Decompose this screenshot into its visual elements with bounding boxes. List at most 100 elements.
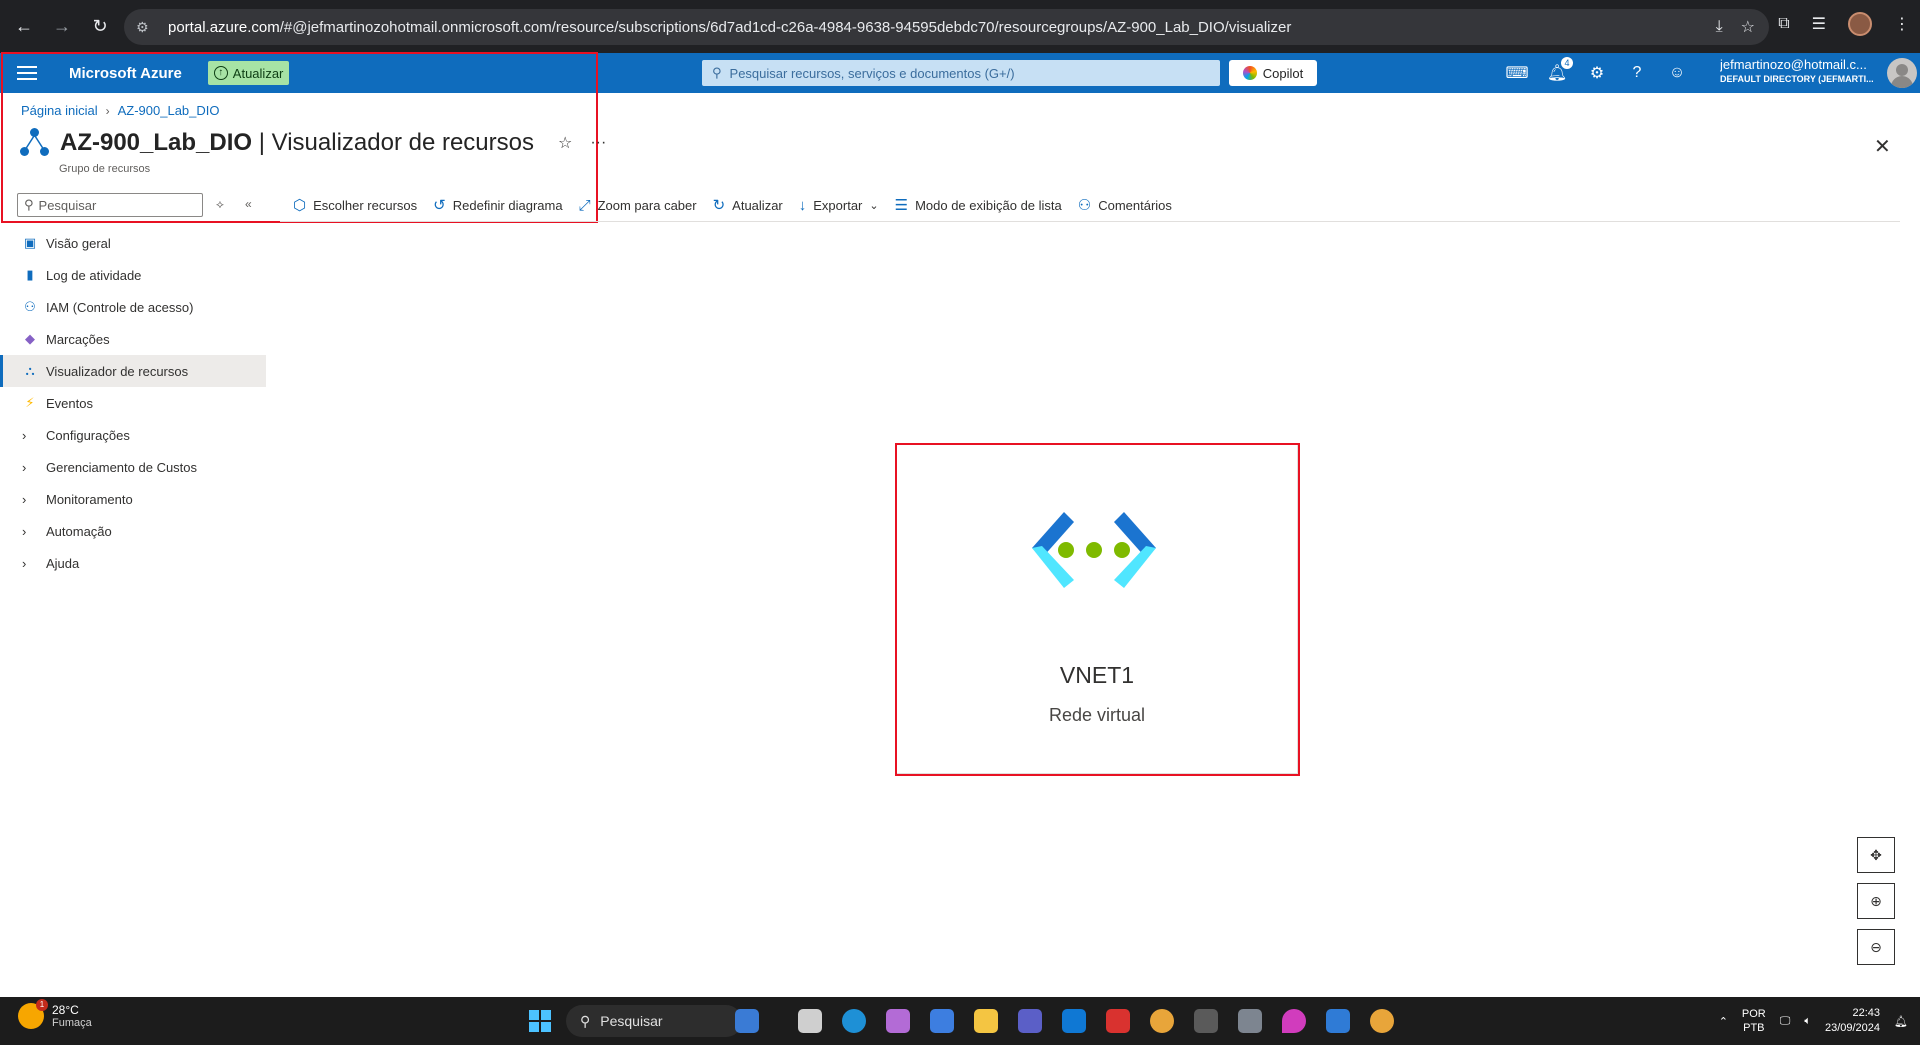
tab-search-icon[interactable]: ☰ [1812, 14, 1826, 34]
collapse-menu-icon[interactable]: « [245, 197, 252, 211]
install-app-icon[interactable]: ⤓ [1716, 18, 1723, 36]
windows-start-icon[interactable] [529, 1010, 551, 1032]
outlook-icon[interactable] [1062, 1009, 1086, 1033]
site-info-icon[interactable]: ⚙ [136, 19, 158, 36]
zoom-to-fit-button[interactable]: ⤢ Zoom para caber [579, 197, 697, 214]
task-view-icon[interactable] [798, 1009, 822, 1033]
wps-office-icon[interactable] [1106, 1009, 1130, 1033]
sidebar-item-settings[interactable]: › Configurações [0, 419, 266, 451]
zoom-in-icon: ⊕ [1870, 892, 1882, 909]
pan-control-button[interactable]: ✥ [1857, 837, 1895, 873]
language-indicator[interactable]: POR PTB [1742, 1007, 1766, 1035]
breadcrumb-home[interactable]: Página inicial [21, 103, 98, 118]
sidebar-item-resource-visualizer[interactable]: ⛬ Visualizador de recursos [0, 355, 266, 387]
search-icon: ⚲ [712, 65, 722, 80]
file-explorer-icon[interactable] [974, 1009, 998, 1033]
more-options-icon[interactable]: ··· [590, 134, 606, 152]
zoom-out-icon: ⊖ [1870, 938, 1882, 955]
clock[interactable]: 22:43 23/09/2024 [1825, 1006, 1880, 1036]
events-icon: ⚡ [25, 395, 35, 410]
search-icon: ⚲ [24, 197, 34, 212]
teams-icon[interactable] [1018, 1009, 1042, 1033]
weather-icon: 1 [18, 999, 48, 1029]
reset-diagram-button[interactable]: ↺ Redefinir diagrama [433, 196, 562, 214]
zoom-out-button[interactable]: ⊖ [1857, 929, 1895, 965]
back-icon[interactable]: ← [10, 13, 38, 41]
system-tray: ⌃ POR PTB 🖵︎ 🔈︎ 22:43 23/09/2024 🔔︎ [1719, 997, 1908, 1045]
weather-widget[interactable]: 1 28°C Fumaça [18, 999, 92, 1029]
news-app-icon[interactable] [735, 1009, 759, 1033]
cloud-shell-icon[interactable]: ⌨ [1505, 64, 1528, 82]
refresh-button[interactable]: ↻ Atualizar [713, 196, 783, 214]
vnet-resource-node[interactable]: VNET1 Rede virtual [895, 443, 1300, 776]
chrome-icon[interactable] [1150, 1009, 1174, 1033]
copilot-app-icon[interactable] [886, 1009, 910, 1033]
volume-icon[interactable]: 🔈︎ [1804, 1015, 1811, 1028]
browser-toolbar: ← → ↻ ⚙ portal.azure.com/#@jefmartinozoh… [0, 0, 1920, 53]
search-icon: ⚲ [580, 1012, 591, 1029]
sidebar-item-automation[interactable]: › Automação [0, 515, 266, 547]
notifications-bell-icon[interactable]: 🔔︎ 4 [1547, 57, 1573, 82]
sidebar-item-events[interactable]: ⚡ Eventos [0, 387, 266, 419]
browser-menu-icon[interactable]: ⋮ [1894, 14, 1910, 34]
show-hidden-icons[interactable]: ⌃ [1719, 1015, 1728, 1028]
favorite-star-icon[interactable]: ☆ [558, 133, 572, 153]
choose-resources-button[interactable]: ⬡ Escolher recursos [293, 196, 417, 214]
sidebar-item-iam[interactable]: ⚇ IAM (Controle de acesso) [0, 291, 266, 323]
menu-search-placeholder: Pesquisar [38, 197, 97, 213]
user-avatar[interactable] [1887, 58, 1917, 88]
export-button[interactable]: ↓ Exportar ⌄ [799, 197, 879, 214]
page-subtitle: Grupo de recursos [59, 163, 151, 175]
edge-browser-icon[interactable] [842, 1009, 866, 1033]
close-blade-icon[interactable]: ✕ [1874, 134, 1891, 159]
refresh-icon: ↻ [712, 197, 726, 214]
sidebar-item-overview[interactable]: ▣ Visão geral [0, 227, 266, 259]
chevron-right-icon: › [22, 427, 27, 443]
list-icon: ☰ [894, 197, 909, 214]
copilot-button[interactable]: Copilot [1229, 60, 1317, 86]
calculator-icon[interactable] [1194, 1009, 1218, 1033]
notepad-icon[interactable] [1326, 1009, 1350, 1033]
move-icon: ✥ [1870, 846, 1882, 863]
sidebar-item-tags[interactable]: ◆ Marcações [0, 323, 266, 355]
page-title: AZ-900_Lab_DIO | Visualizador de recurso… [60, 129, 534, 156]
address-bar[interactable]: ⚙ portal.azure.com/#@jefmartinozohotmail… [124, 9, 1769, 45]
list-view-button[interactable]: ☰ Modo de exibição de lista [895, 196, 1062, 214]
network-icon[interactable]: 🖵︎ [1780, 1015, 1791, 1028]
global-search-input[interactable]: ⚲ Pesquisar recursos, serviços e documen… [702, 60, 1220, 86]
settings-app-icon[interactable] [1238, 1009, 1262, 1033]
settings-gear-icon[interactable]: ⚙ [1588, 64, 1606, 82]
copilot-label: Copilot [1262, 65, 1304, 81]
bookmark-star-icon[interactable]: ☆ [1741, 17, 1755, 37]
toolbar-divider [280, 221, 1900, 222]
chevron-right-icon: › [22, 523, 27, 539]
global-search-placeholder: Pesquisar recursos, serviços e documento… [729, 65, 1015, 81]
browser-profile-avatar[interactable] [1848, 12, 1872, 36]
sidebar-item-help[interactable]: › Ajuda [0, 547, 266, 579]
breadcrumb-resource-group[interactable]: AZ-900_Lab_DIO [118, 103, 220, 118]
vnet-type: Rede virtual [1048, 705, 1146, 725]
taskbar-search[interactable]: ⚲ Pesquisar [566, 1005, 742, 1037]
chrome-profile-icon[interactable] [1370, 1009, 1394, 1033]
forward-icon[interactable]: → [48, 13, 76, 41]
notification-center-icon[interactable]: 🔔︎ [1894, 1015, 1908, 1028]
help-icon[interactable]: ? [1628, 64, 1646, 82]
copilot-icon [1242, 66, 1257, 80]
resource-visualizer-icon [20, 128, 50, 158]
cube-icon: ⬡ [293, 197, 307, 214]
sidebar-item-cost-management[interactable]: › Gerenciamento de Custos [0, 451, 266, 483]
menu-search-input[interactable]: ⚲ Pesquisar [17, 193, 203, 217]
sidebar-item-activity-log[interactable]: ▮ Log de atividade [0, 259, 266, 291]
feedback-button[interactable]: ⚇ Comentários [1078, 196, 1172, 214]
filter-options-icon[interactable]: ⟡ [216, 197, 224, 212]
reload-icon[interactable]: ↻ [86, 13, 114, 41]
weather-temperature: 28°C [52, 1003, 79, 1017]
store-icon[interactable] [930, 1009, 954, 1033]
sidebar-item-monitoring[interactable]: › Monitoramento [0, 483, 266, 515]
feedback-person-icon[interactable]: ☺ [1668, 64, 1686, 82]
zoom-in-button[interactable]: ⊕ [1857, 883, 1895, 919]
paint-app-icon[interactable] [1282, 1009, 1306, 1033]
extensions-icon[interactable]: ⧉ [1778, 15, 1789, 33]
vnet-name: VNET1 [1059, 662, 1135, 688]
account-menu[interactable]: jefmartinozo@hotmail.c... DEFAULT DIRECT… [1720, 57, 1878, 84]
